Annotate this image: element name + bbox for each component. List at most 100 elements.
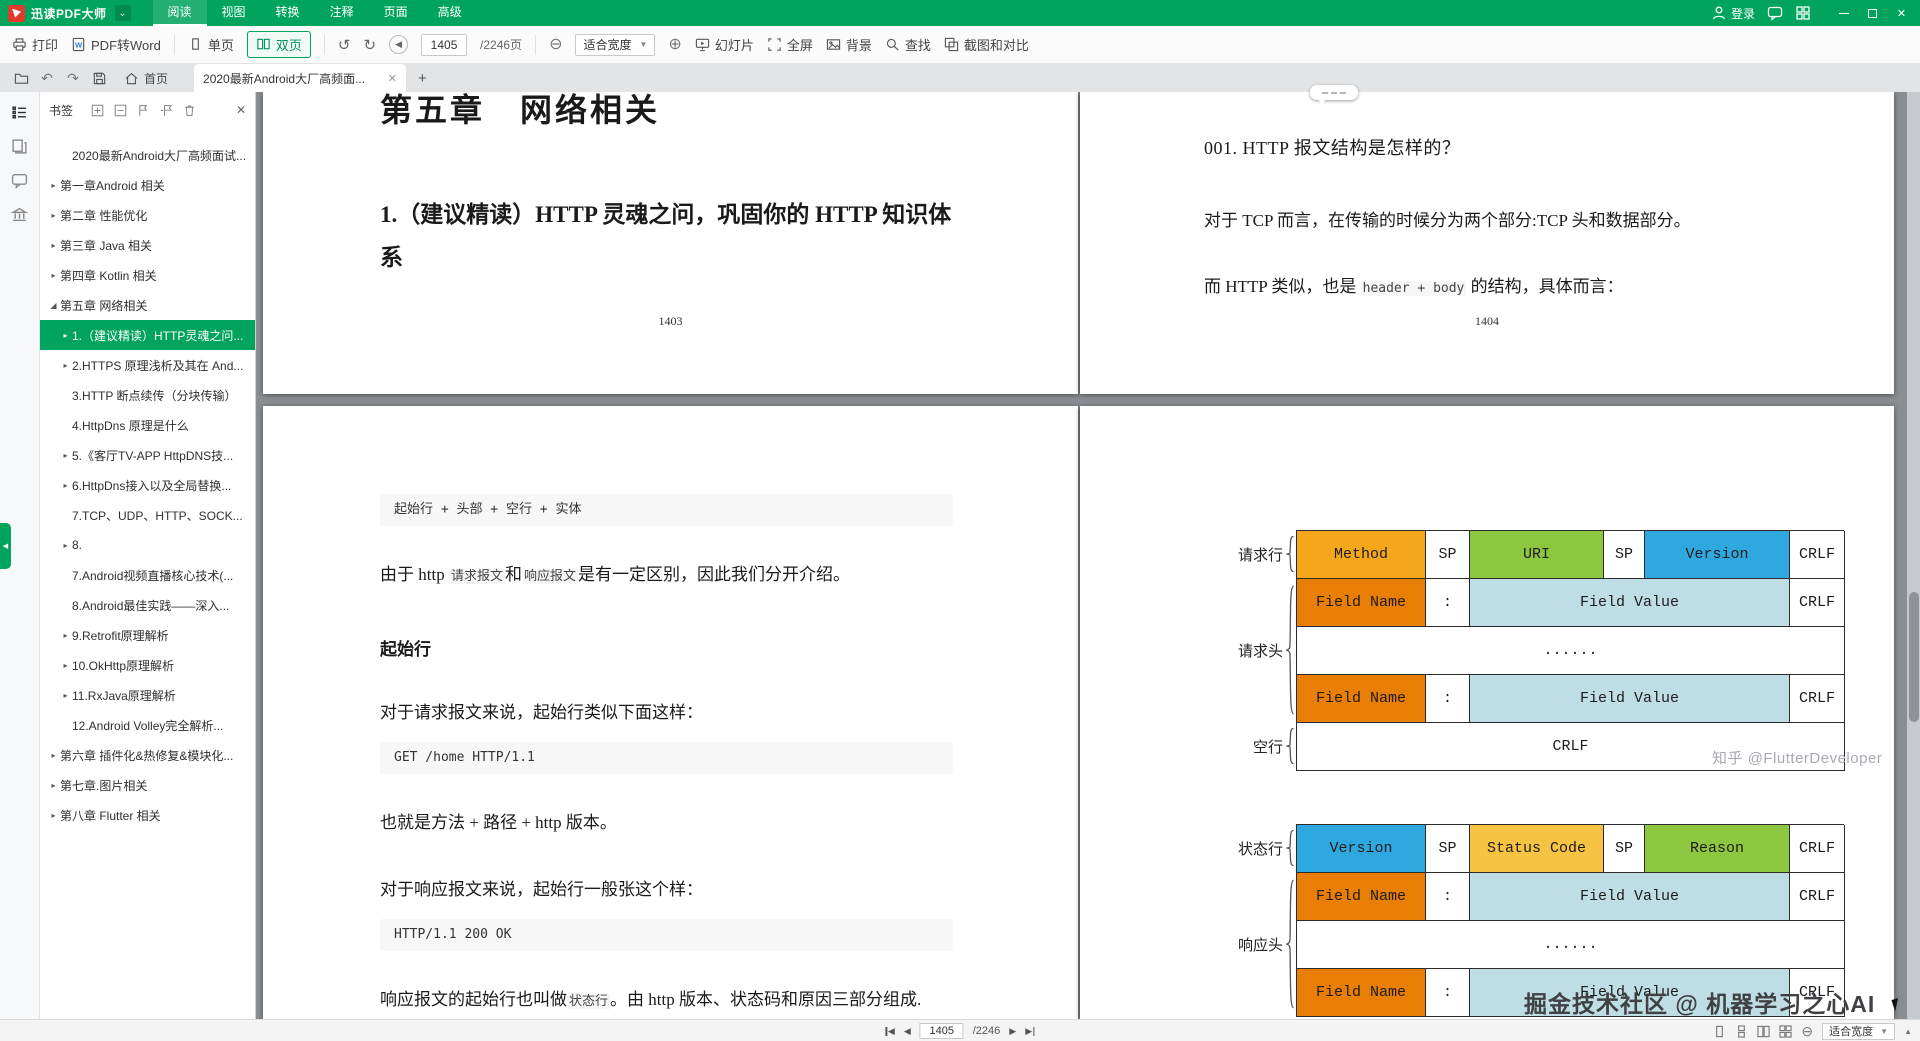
- tree-collapsed-icon[interactable]: ▸: [47, 751, 60, 760]
- apps-grid-icon[interactable]: [1795, 5, 1811, 21]
- undo-button[interactable]: ↶: [34, 64, 60, 92]
- fullscreen-button[interactable]: 全屏: [767, 35, 813, 54]
- menubar-item[interactable]: 高级: [423, 0, 477, 26]
- double-page-button[interactable]: 双页: [247, 31, 311, 58]
- bookmark-item[interactable]: ▸第八章 Flutter 相关: [40, 800, 255, 830]
- view-facing-icon[interactable]: [1757, 1025, 1770, 1038]
- bookmark-item[interactable]: ▸2.HTTPS 原理浅析及其在 And...: [40, 350, 255, 380]
- outline-panel-icon[interactable]: [11, 104, 28, 121]
- tree-collapsed-icon[interactable]: ▸: [47, 781, 60, 790]
- menubar-item[interactable]: 注释: [315, 0, 369, 26]
- bookmark-item[interactable]: ▸第一章Android 相关: [40, 170, 255, 200]
- background-button[interactable]: 背景: [826, 35, 872, 54]
- prev-page-button[interactable]: ◀: [389, 35, 408, 54]
- bookmark-item[interactable]: ▸第六章 插件化&热修复&模块化...: [40, 740, 255, 770]
- first-page-button[interactable]: ◀: [885, 1026, 894, 1037]
- view-single-icon[interactable]: [1713, 1025, 1726, 1038]
- close-button[interactable]: ✕: [1887, 0, 1916, 26]
- rotate-right-icon[interactable]: ↻: [363, 36, 376, 54]
- thumbnails-panel-icon[interactable]: [11, 138, 28, 155]
- zoom-in-button[interactable]: ⊕: [668, 37, 681, 53]
- menubar-item[interactable]: 转换: [261, 0, 315, 26]
- bookmark-item[interactable]: 7.TCP、UDP、HTTP、SOCK...: [40, 500, 255, 530]
- bookmark-item[interactable]: ▸9.Retrofit原理解析: [40, 620, 255, 650]
- single-page-button[interactable]: 单页: [188, 35, 234, 54]
- page-number-input[interactable]: [920, 1023, 964, 1039]
- document-tab[interactable]: 2020最新Android大厂高频面... ✕: [194, 64, 406, 92]
- bookmark-item[interactable]: ◢第五章 网络相关: [40, 290, 255, 320]
- bookmark-item[interactable]: ▸11.RxJava原理解析: [40, 680, 255, 710]
- bookmark-item[interactable]: 8.Android最佳实践——深入...: [40, 590, 255, 620]
- zoom-mode-dropdown[interactable]: 适合宽度 ▼: [575, 34, 655, 56]
- collapse-panel-handle[interactable]: ◀: [0, 523, 11, 569]
- tree-collapsed-icon[interactable]: ▸: [47, 181, 60, 190]
- tree-collapsed-icon[interactable]: ▸: [47, 241, 60, 250]
- tree-collapsed-icon[interactable]: ▸: [47, 811, 60, 820]
- bookmark-item[interactable]: ▸5.《客厅TV-APP HttpDNS技...: [40, 440, 255, 470]
- zoom-mode-dropdown[interactable]: 适合宽度 ▼: [1822, 1023, 1895, 1040]
- login-button[interactable]: 登录: [1711, 5, 1755, 22]
- bookmark-item[interactable]: ▸第三章 Java 相关: [40, 230, 255, 260]
- close-panel-icon[interactable]: ✕: [236, 103, 246, 117]
- last-page-button[interactable]: ▶: [1025, 1026, 1034, 1037]
- expand-all-icon[interactable]: [91, 104, 104, 117]
- bookmark-item[interactable]: ▸第四章 Kotlin 相关: [40, 260, 255, 290]
- zoom-out-button[interactable]: ⊖: [549, 37, 562, 53]
- tree-collapsed-icon[interactable]: ▸: [47, 211, 60, 220]
- pdf-to-word-button[interactable]: W PDF转Word: [71, 35, 161, 54]
- bookmark-item[interactable]: ▸8.: [40, 530, 255, 560]
- bookmark-item[interactable]: 4.HttpDns 原理是什么: [40, 410, 255, 440]
- tree-collapsed-icon[interactable]: ▸: [59, 361, 72, 370]
- tree-collapsed-icon[interactable]: ▸: [59, 451, 72, 460]
- next-page-button[interactable]: ▶: [1009, 1026, 1016, 1037]
- find-button[interactable]: 查找: [885, 35, 931, 54]
- page-number-input[interactable]: [421, 34, 467, 56]
- comments-panel-icon[interactable]: [11, 172, 28, 189]
- save-button[interactable]: [86, 64, 112, 92]
- bookmark-item[interactable]: ▸6.HttpDns接入以及全局替换...: [40, 470, 255, 500]
- chevron-up-icon[interactable]: ▲: [1904, 1027, 1912, 1036]
- menubar-item[interactable]: 阅读: [153, 0, 207, 26]
- bookmark-item[interactable]: 12.Android Volley完全解析...: [40, 710, 255, 740]
- bookmark-item[interactable]: ▸10.OkHttp原理解析: [40, 650, 255, 680]
- tree-collapsed-icon[interactable]: ▸: [59, 481, 72, 490]
- remove-bookmark-icon[interactable]: [160, 104, 173, 117]
- print-button[interactable]: 打印: [12, 35, 58, 54]
- zoom-out-button[interactable]: ⊖: [1801, 1024, 1813, 1038]
- maximize-button[interactable]: [1858, 0, 1887, 26]
- tab-close-icon[interactable]: ✕: [388, 72, 397, 85]
- menubar-item[interactable]: 视图: [207, 0, 261, 26]
- redo-button[interactable]: ↷: [60, 64, 86, 92]
- app-logo[interactable]: 迅读PDF大师 ⌄: [0, 5, 137, 22]
- vertical-scrollbar[interactable]: [1907, 92, 1920, 1019]
- floating-toolbar[interactable]: [1310, 85, 1358, 100]
- document-view[interactable]: 第五章 网络相关 1.（建议精读）HTTP 灵魂之问，巩固你的 HTTP 知识体…: [256, 92, 1920, 1019]
- add-bookmark-icon[interactable]: [137, 104, 150, 117]
- minimize-button[interactable]: [1829, 0, 1858, 26]
- open-file-button[interactable]: [8, 64, 34, 92]
- tree-collapsed-icon[interactable]: ▸: [59, 631, 72, 640]
- rotate-left-icon[interactable]: ↺: [338, 36, 351, 54]
- chevron-down-icon[interactable]: ⌄: [115, 5, 131, 21]
- feedback-icon[interactable]: [1767, 5, 1783, 21]
- tree-collapsed-icon[interactable]: ▸: [59, 541, 72, 550]
- bookmark-item[interactable]: ▸1.（建议精读）HTTP灵魂之问...: [40, 320, 255, 350]
- bookmark-item[interactable]: 7.Android视频直播核心技术(...: [40, 560, 255, 590]
- new-tab-button[interactable]: +: [418, 70, 427, 87]
- tree-expanded-icon[interactable]: ◢: [47, 301, 60, 310]
- tree-collapsed-icon[interactable]: ▸: [59, 661, 72, 670]
- view-continuous-icon[interactable]: [1735, 1025, 1748, 1038]
- delete-bookmark-icon[interactable]: [183, 104, 196, 117]
- bookmark-item[interactable]: 2020最新Android大厂高频面试...: [40, 140, 255, 170]
- tree-collapsed-icon[interactable]: ▸: [59, 331, 72, 340]
- home-tab[interactable]: 首页: [112, 70, 180, 87]
- library-panel-icon[interactable]: [11, 206, 28, 223]
- tree-collapsed-icon[interactable]: ▸: [59, 691, 72, 700]
- tree-collapsed-icon[interactable]: ▸: [47, 271, 60, 280]
- bookmark-item[interactable]: ▸第七章.图片相关: [40, 770, 255, 800]
- menubar-item[interactable]: 页面: [369, 0, 423, 26]
- bookmark-item[interactable]: ▸第二章 性能优化: [40, 200, 255, 230]
- view-facing-continuous-icon[interactable]: [1779, 1025, 1792, 1038]
- collapse-all-icon[interactable]: [114, 104, 127, 117]
- screenshot-compare-button[interactable]: 截图和对比: [944, 35, 1029, 54]
